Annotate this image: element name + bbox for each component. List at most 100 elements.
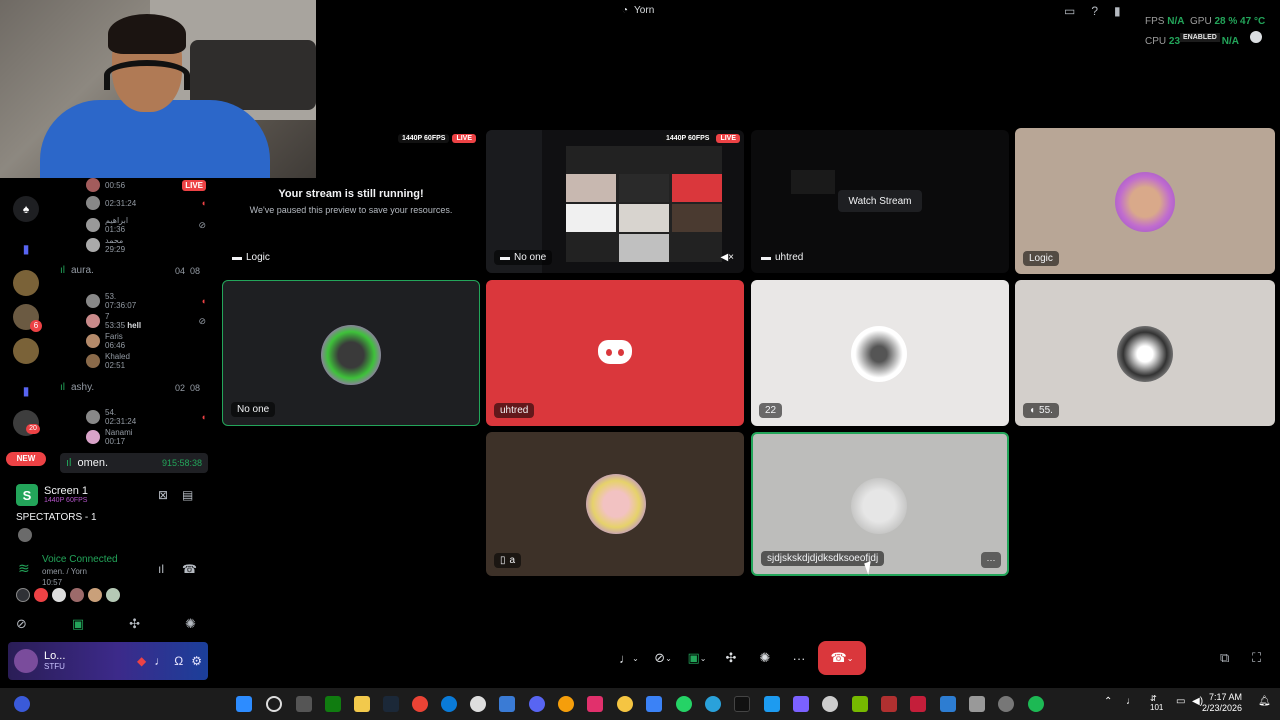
more-options-button[interactable]: ··· <box>981 552 1001 568</box>
notification-icon[interactable]: 🔔︎ <box>1258 696 1271 707</box>
tile-noone[interactable]: No one <box>222 280 480 426</box>
stop-stream-icon[interactable]: ⊠ <box>158 488 168 502</box>
headphones-icon[interactable]: Ω <box>174 654 183 668</box>
discord-icon[interactable] <box>529 696 545 712</box>
store-icon[interactable] <box>969 696 985 712</box>
fullscreen-icon[interactable]: ⛶ <box>1252 650 1261 666</box>
disconnect-icon[interactable]: ☎ <box>182 562 197 576</box>
user-avatar[interactable] <box>14 649 38 673</box>
server-icon[interactable]: ♠ <box>13 196 39 222</box>
chevron-up-icon[interactable]: ⌃ <box>1104 696 1112 707</box>
gamepad-icon[interactable]: ◆ <box>137 654 146 668</box>
screen-share-title[interactable]: S Screen 1 1440P 60FPS <box>16 484 88 506</box>
more-button[interactable]: ··· <box>784 643 814 673</box>
search-icon[interactable] <box>266 696 282 712</box>
microphone-icon[interactable]: ♩ <box>154 654 166 668</box>
voice-user[interactable]: 54. 02:31:24 ◖ <box>86 408 206 426</box>
tile-uhtred[interactable]: uhtred <box>486 280 744 426</box>
keyboard-layout[interactable]: ⇵ 101 <box>1150 694 1163 712</box>
weather-icon[interactable] <box>14 696 30 712</box>
app-icon[interactable] <box>617 696 633 712</box>
camera-button[interactable]: ⊘ ⌄ <box>648 643 678 673</box>
soundboard-button[interactable]: ✺ <box>750 643 780 673</box>
task-view-icon[interactable] <box>296 696 312 712</box>
chrome-icon[interactable] <box>412 696 428 712</box>
taskbar-clock[interactable]: 7:17 AM 2/23/2026 <box>1202 692 1242 714</box>
soundboard-icon[interactable]: ✺ <box>185 616 196 632</box>
app-icon[interactable] <box>940 696 956 712</box>
activities-icon[interactable]: ✣ <box>129 616 140 632</box>
bookmark-icon[interactable]: ▮ <box>1114 4 1121 18</box>
steam-icon[interactable] <box>383 696 399 712</box>
voice-user[interactable]: 00:56 LIVE <box>86 178 206 192</box>
activity-icon[interactable] <box>88 588 102 602</box>
popout-icon[interactable]: ⧉ <box>1220 650 1229 666</box>
tile-long-name[interactable]: sjdjskskdjdjdksdksoeofjdj ··· <box>751 432 1009 576</box>
whatsapp-icon[interactable] <box>676 696 692 712</box>
activity-icon[interactable] <box>106 588 120 602</box>
stream-settings-icon[interactable]: ▤ <box>182 488 193 502</box>
activity-icon[interactable] <box>52 588 66 602</box>
server-icon[interactable] <box>13 338 39 364</box>
app-icon[interactable] <box>881 696 897 712</box>
voice-user[interactable]: ابراهيم 01:36 ⊘ <box>86 216 206 234</box>
windows-start-icon[interactable] <box>236 696 252 712</box>
connection-icon[interactable]: ≋ <box>18 560 30 577</box>
leave-call-button[interactable]: ☎ ⌄ <box>818 641 866 675</box>
obs-icon[interactable] <box>998 696 1014 712</box>
tiktok-icon[interactable] <box>734 696 750 712</box>
mail-icon[interactable] <box>646 696 662 712</box>
voice-user[interactable]: 7 53:35 hell ⊘ <box>86 312 206 330</box>
screen-share-button[interactable]: ▣ ⌄ <box>682 643 712 673</box>
tile-noone-stream[interactable]: 1440P 60FPS LIVE ▬ No one ◀× <box>486 130 744 273</box>
spotify-icon[interactable] <box>1028 696 1044 712</box>
settings-icon[interactable]: ⚙ <box>191 654 202 668</box>
app-icon[interactable] <box>910 696 926 712</box>
screen-share-icon[interactable]: ▣ <box>72 616 84 632</box>
app-icon[interactable] <box>499 696 515 712</box>
overlay-settings-icon[interactable] <box>1250 31 1262 43</box>
tile-55[interactable]: ◖ 55. <box>1015 280 1275 426</box>
spectator-avatar[interactable] <box>18 528 32 542</box>
voice-channel-aura[interactable]: ıl aura. 04 08 <box>60 265 200 276</box>
activity-icon[interactable] <box>16 588 30 602</box>
app-icon[interactable] <box>558 696 574 712</box>
camera-off-icon[interactable]: ⊘ <box>16 616 27 632</box>
activity-icon[interactable] <box>70 588 84 602</box>
nvidia-icon[interactable] <box>852 696 868 712</box>
network-icon[interactable]: ▭ <box>1176 696 1185 707</box>
voice-user[interactable]: Nanami 00:17 <box>86 428 206 446</box>
edge-icon[interactable] <box>441 696 457 712</box>
watch-stream-button[interactable]: Watch Stream <box>838 190 922 212</box>
help-icon[interactable]: ? <box>1091 4 1098 18</box>
voice-user[interactable]: محمد 29:29 <box>86 236 206 254</box>
tile-a[interactable]: ▯ a <box>486 432 744 576</box>
mute-icon[interactable]: ◀× <box>720 252 734 263</box>
noise-suppression-icon[interactable]: ıl <box>158 562 164 576</box>
voice-connected-status[interactable]: Voice Connected <box>42 554 118 565</box>
file-explorer-icon[interactable] <box>354 696 370 712</box>
voice-user[interactable]: Faris 06:46 <box>86 332 206 350</box>
folder-icon[interactable]: ▮ <box>13 236 39 262</box>
twitter-icon[interactable] <box>764 696 780 712</box>
chatgpt-icon[interactable] <box>470 696 486 712</box>
instagram-icon[interactable] <box>587 696 603 712</box>
inbox-icon[interactable]: ▭ <box>1064 4 1075 18</box>
microphone-icon[interactable]: ♩ <box>1126 696 1136 707</box>
voice-user[interactable]: Khaled 02:51 <box>86 352 206 370</box>
server-icon[interactable] <box>13 270 39 296</box>
activity-icon[interactable] <box>34 588 48 602</box>
tile-logic-camera[interactable]: Logic <box>1015 128 1275 274</box>
settings-icon[interactable] <box>822 696 838 712</box>
folder-icon[interactable]: ▮ <box>13 378 39 404</box>
voice-user[interactable]: 53. 07:36:07 ◖ <box>86 292 206 310</box>
active-voice-user[interactable]: ıl omen. 915:58:38 <box>60 453 208 473</box>
microphone-button[interactable]: ♩ ⌄ <box>614 643 644 673</box>
tile-22[interactable]: 22 <box>751 280 1009 426</box>
xbox-icon[interactable] <box>325 696 341 712</box>
copilot-icon[interactable] <box>793 696 809 712</box>
activities-button[interactable]: ✣ <box>716 643 746 673</box>
voice-channel-ashy[interactable]: ıl ashy. 02 08 <box>60 382 200 393</box>
voice-user[interactable]: 02:31:24 ◖ <box>86 196 206 210</box>
telegram-icon[interactable] <box>705 696 721 712</box>
